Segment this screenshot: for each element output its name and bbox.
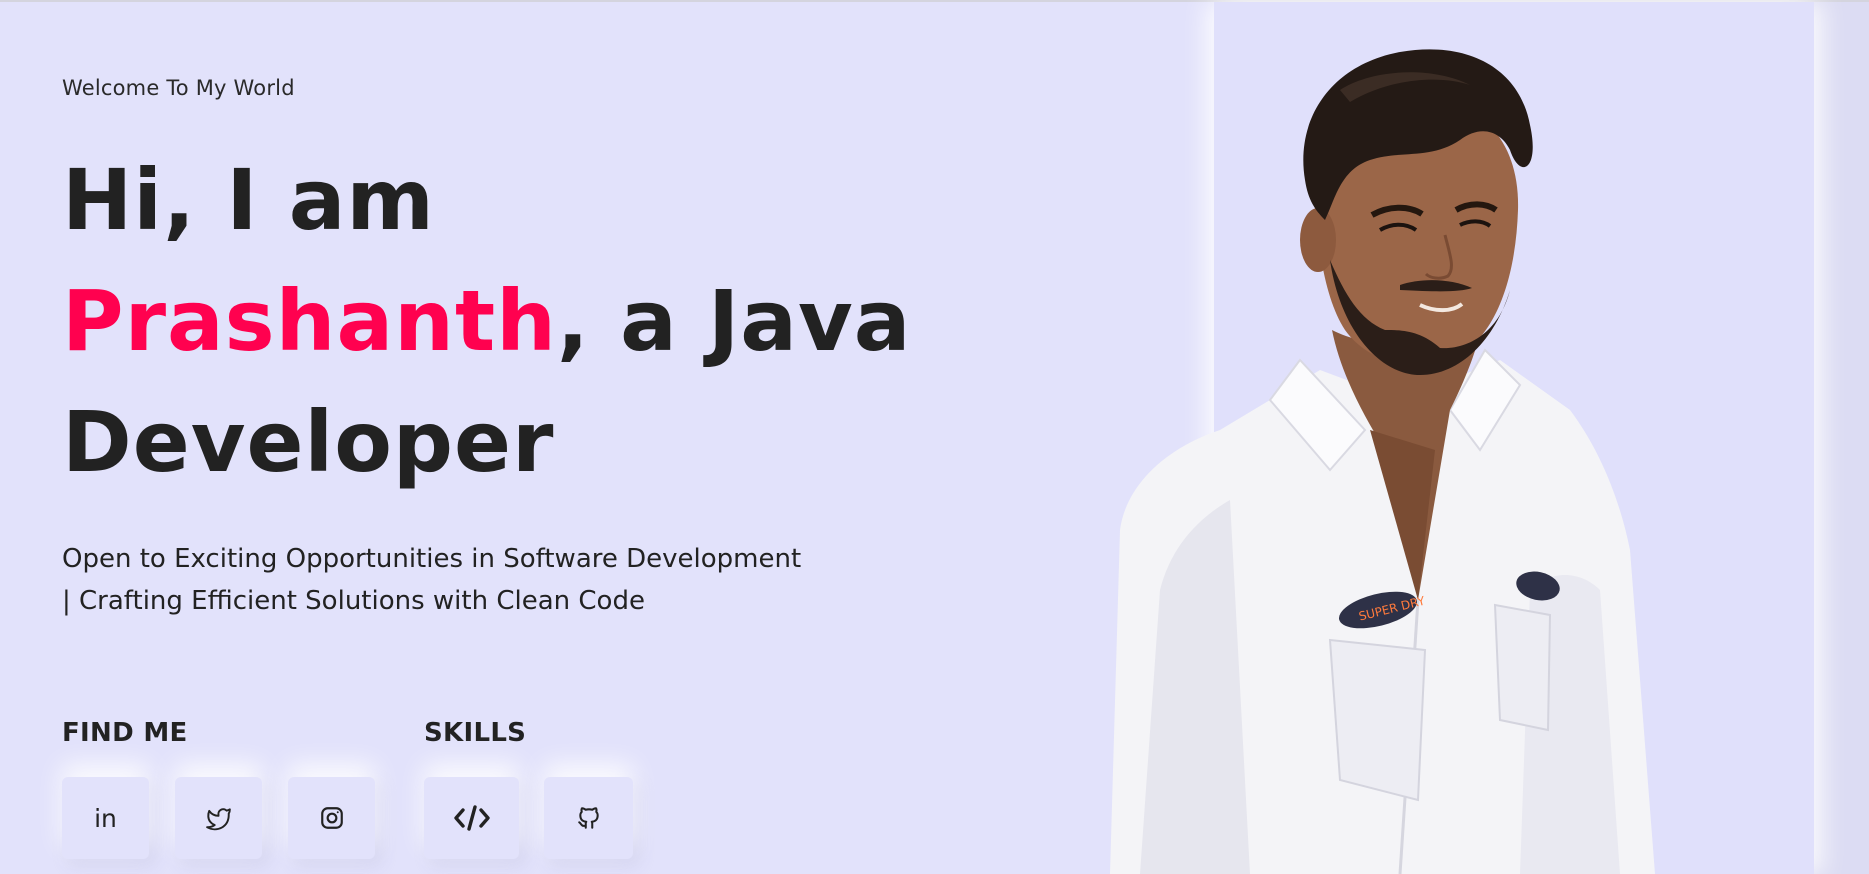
- find-me-label: FIND ME: [62, 718, 188, 748]
- hero-title: Hi, I am Prashanth, a Java Developer: [62, 140, 911, 503]
- twitter-icon: [205, 808, 231, 831]
- hero-name: Prashanth: [62, 272, 557, 370]
- tagline-line-2: | Crafting Efficient Solutions with Clea…: [62, 586, 645, 616]
- github-button[interactable]: [544, 777, 633, 859]
- hero-line-3: Developer: [62, 393, 555, 491]
- tagline-line-1: Open to Exciting Opportunities in Softwa…: [62, 544, 802, 574]
- hero-page: SUPER DRY Welcome To My World Hi, I am P…: [0, 0, 1869, 874]
- welcome-text: Welcome To My World: [62, 76, 295, 100]
- instagram-button[interactable]: [288, 777, 375, 859]
- hero-line-2-rest: , a Java: [556, 272, 912, 370]
- github-icon: [577, 807, 599, 829]
- code-skill-button[interactable]: [424, 777, 519, 859]
- hero-line-1: Hi, I am: [62, 151, 435, 249]
- portrait-photo: SUPER DRY: [1110, 49, 1655, 874]
- linkedin-icon: in: [94, 803, 117, 833]
- tagline: Open to Exciting Opportunities in Softwa…: [62, 538, 922, 622]
- skills-label: SKILLS: [424, 718, 527, 748]
- twitter-button[interactable]: [175, 777, 262, 859]
- linkedin-button[interactable]: in: [62, 777, 149, 859]
- code-icon: [453, 805, 490, 831]
- scrollbar-track[interactable]: [1814, 2, 1869, 874]
- instagram-icon: [320, 807, 343, 829]
